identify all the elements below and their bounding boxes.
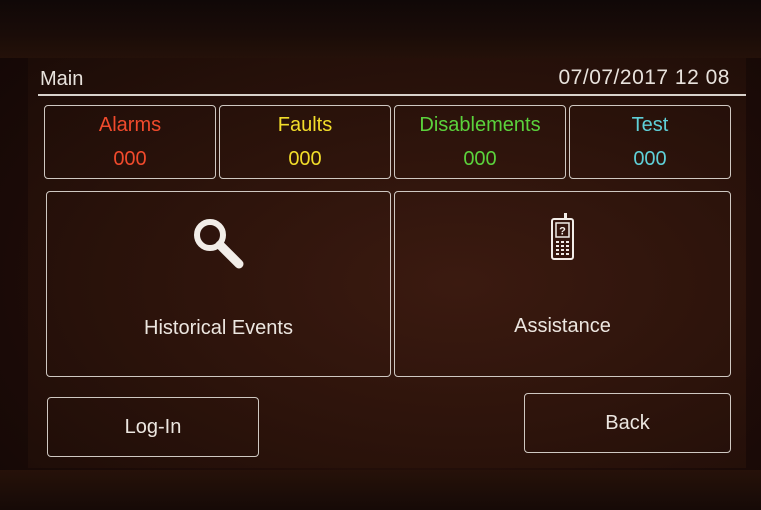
header-bar: Main 07/07/2017 12 08 bbox=[28, 58, 746, 96]
historical-events-label: Historical Events bbox=[144, 317, 293, 339]
assistance-tile[interactable]: ? Assistance bbox=[394, 191, 731, 377]
header-divider bbox=[38, 94, 746, 96]
login-button[interactable]: Log-In bbox=[47, 397, 259, 457]
alarms-label: Alarms bbox=[98, 114, 162, 136]
alarms-count: 000 bbox=[113, 148, 147, 170]
faults-label: Faults bbox=[277, 114, 333, 136]
device-bezel-bottom bbox=[0, 470, 761, 510]
disablements-count: 000 bbox=[463, 148, 497, 170]
alarms-status-box[interactable]: Alarms 000 bbox=[44, 105, 216, 179]
question-mark-glyph: ? bbox=[559, 226, 566, 238]
mobile-phone-question-icon: ? bbox=[549, 212, 577, 268]
test-label: Test bbox=[631, 114, 669, 136]
touch-screen: Main 07/07/2017 12 08 Alarms 000 Faults … bbox=[28, 58, 746, 468]
date-time-display: 07/07/2017 12 08 bbox=[558, 66, 730, 89]
disablements-label: Disablements bbox=[419, 114, 541, 136]
disablements-status-box[interactable]: Disablements 000 bbox=[394, 105, 566, 179]
test-count: 000 bbox=[633, 148, 667, 170]
faults-status-box[interactable]: Faults 000 bbox=[219, 105, 391, 179]
back-button[interactable]: Back bbox=[524, 393, 731, 453]
test-status-box[interactable]: Test 000 bbox=[569, 105, 731, 179]
historical-events-tile[interactable]: Historical Events bbox=[46, 191, 391, 377]
page-title: Main bbox=[40, 68, 84, 90]
assistance-label: Assistance bbox=[514, 315, 611, 337]
faults-count: 000 bbox=[288, 148, 322, 170]
device-bezel-top bbox=[0, 0, 761, 58]
magnifier-icon bbox=[189, 214, 249, 276]
